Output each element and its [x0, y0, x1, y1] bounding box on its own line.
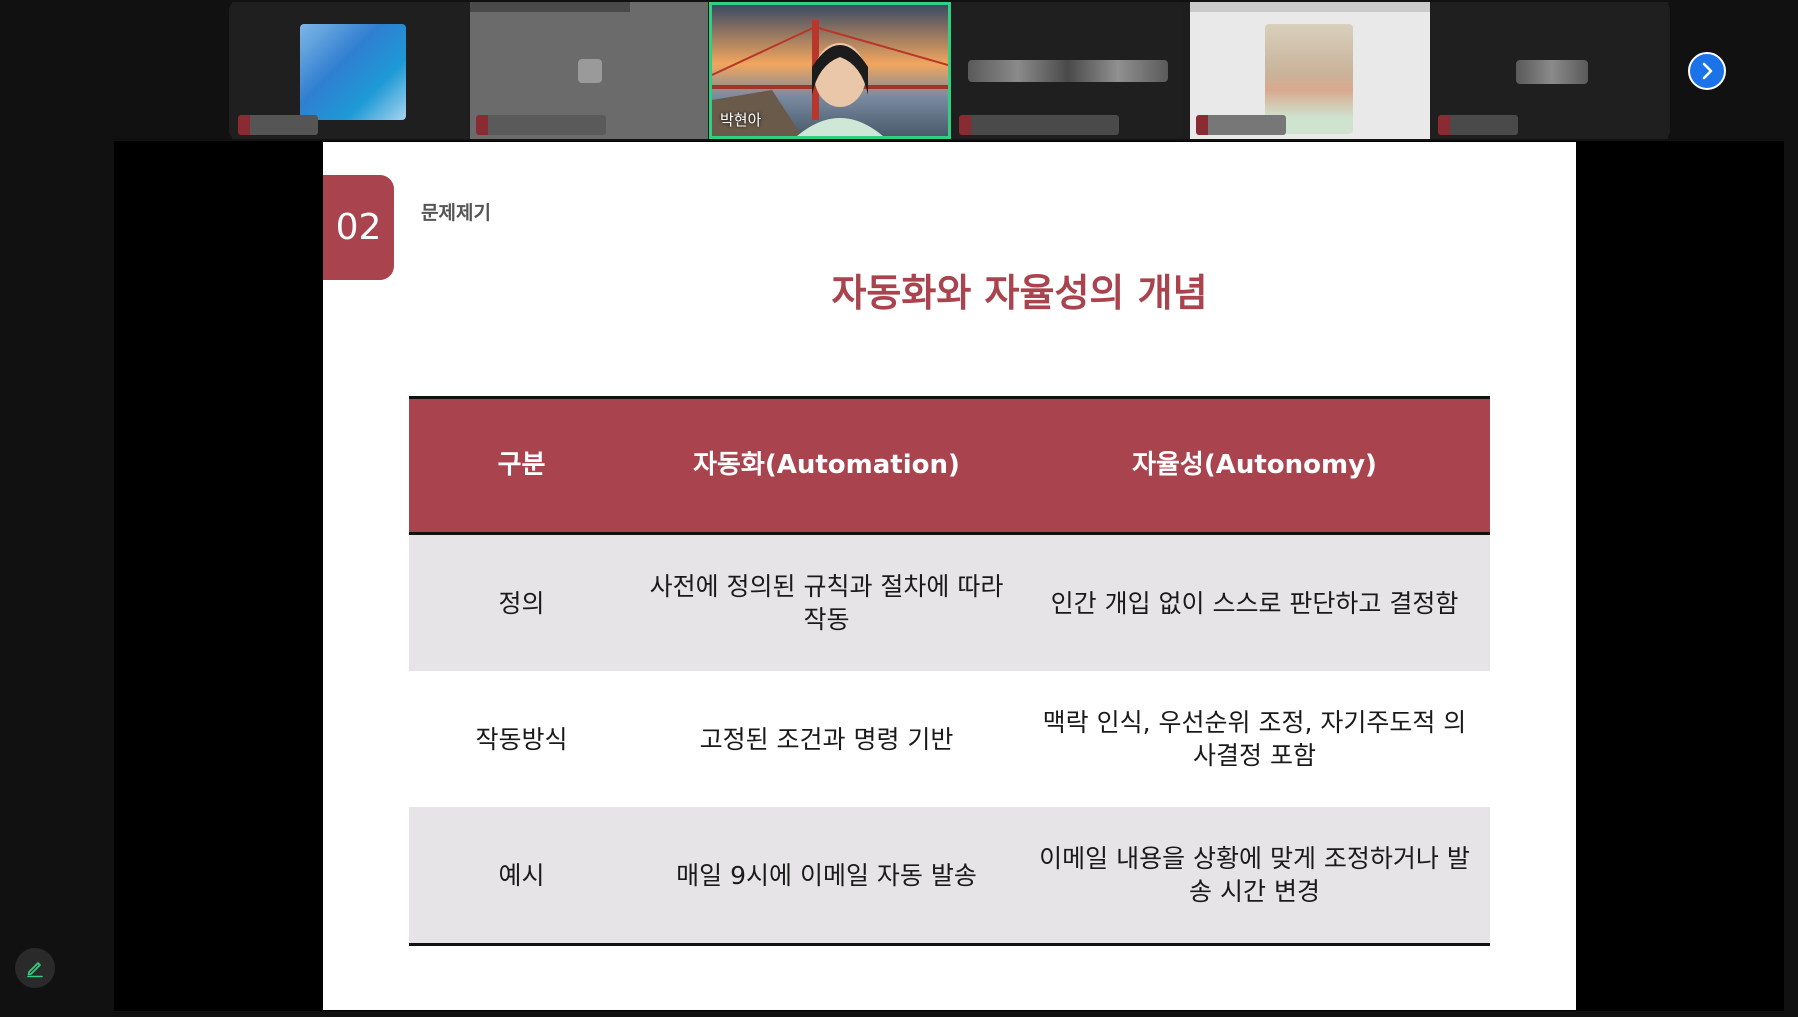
- blurred-name: [476, 115, 606, 135]
- presentation-slide: 02 문제제기 자동화와 자율성의 개념 구분 자동화(Automation) …: [323, 142, 1576, 1010]
- table-row: 예시 매일 9시에 이메일 자동 발송 이메일 내용을 상황에 맞게 조정하거나…: [409, 807, 1490, 943]
- comparison-table: 구분 자동화(Automation) 자율성(Autonomy) 정의 사전에 …: [409, 396, 1490, 946]
- table-cell: 고정된 조건과 명령 기반: [699, 724, 954, 754]
- participant-tile[interactable]: [470, 2, 708, 139]
- blurred-name-text: [1516, 60, 1588, 84]
- participant-tile[interactable]: [953, 2, 1181, 139]
- participant-tile[interactable]: [1432, 2, 1668, 139]
- section-label: 문제제기: [421, 202, 491, 224]
- table-header-cell: 자율성(Autonomy): [1132, 450, 1377, 480]
- blurred-avatar: [300, 24, 406, 120]
- blurred-avatar: [578, 59, 602, 83]
- pen-icon: [27, 962, 43, 978]
- participant-tile-active-speaker[interactable]: 박현아: [709, 2, 951, 139]
- table-cell: 예시: [498, 860, 545, 890]
- table-cell: 맥락 인식, 우선순위 조정, 자기주도적 의사결정 포함: [1042, 708, 1467, 770]
- table-cell: 정의: [498, 588, 545, 618]
- table-cell: 작동방식: [475, 724, 568, 754]
- blurred-name-text: [968, 60, 1168, 82]
- table-header-cell: 구분: [497, 450, 546, 480]
- table-cell: 매일 9시에 이메일 자동 발송: [676, 860, 977, 890]
- blurred-name: [959, 115, 1119, 135]
- slide-title: 자동화와 자율성의 개념: [831, 271, 1208, 315]
- table-cell: 인간 개입 없이 스스로 판단하고 결정함: [1050, 588, 1459, 618]
- table-row: 작동방식 고정된 조건과 명령 기반 맥락 인식, 우선순위 조정, 자기주도적…: [409, 671, 1490, 807]
- table-header-row: 구분 자동화(Automation) 자율성(Autonomy): [409, 399, 1490, 535]
- table-cell: 사전에 정의된 규칙과 절차에 따라 작동: [649, 572, 1004, 634]
- table-header-cell: 자동화(Automation): [693, 450, 960, 480]
- chevron-right-icon: [1702, 62, 1713, 80]
- participant-tile[interactable]: [232, 2, 468, 139]
- participant-tile[interactable]: [1190, 2, 1430, 139]
- table-cell: 이메일 내용을 상황에 맞게 조정하거나 발송 시간 변경: [1039, 844, 1470, 906]
- table-row: 정의 사전에 정의된 규칙과 절차에 따라 작동 인간 개입 없이 스스로 판단…: [409, 535, 1490, 671]
- blurred-name: [1196, 115, 1286, 135]
- blurred-name: [238, 115, 318, 135]
- annotate-button[interactable]: [15, 948, 55, 988]
- next-participants-button[interactable]: [1688, 52, 1726, 90]
- participant-name: 박현아: [720, 111, 762, 129]
- meeting-screen: 박현아 02 문제제기 자동화와 자율성의 개념 구분 자동화(Automati…: [0, 0, 1798, 1017]
- blurred-name: [1438, 115, 1518, 135]
